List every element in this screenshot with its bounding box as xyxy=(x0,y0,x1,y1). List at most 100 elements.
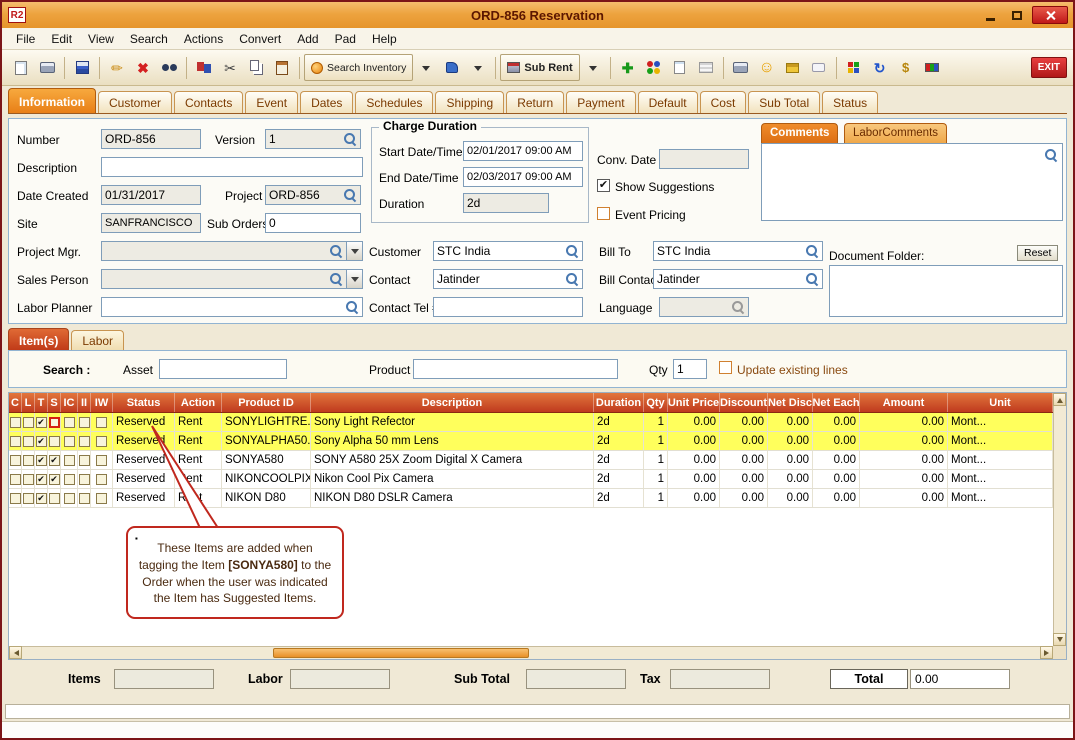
row-checkbox[interactable] xyxy=(23,436,34,447)
menu-item-file[interactable]: File xyxy=(8,30,43,48)
delivery-button[interactable] xyxy=(919,54,945,81)
start-date-field[interactable]: 02/01/2017 09:00 AM xyxy=(463,141,583,161)
menu-item-add[interactable]: Add xyxy=(289,30,326,48)
row-checkbox[interactable] xyxy=(79,417,90,428)
tab-schedules[interactable]: Schedules xyxy=(355,91,433,113)
row-checkbox[interactable] xyxy=(10,474,21,485)
row-checkbox[interactable] xyxy=(23,493,34,504)
event-pricing-checkbox[interactable] xyxy=(597,207,610,220)
title-bar[interactable]: R2 ORD-856 Reservation xyxy=(2,2,1073,28)
rate-cube-button[interactable] xyxy=(841,54,867,81)
save-button[interactable] xyxy=(69,54,95,81)
tab-labor-comments[interactable]: LaborComments xyxy=(844,123,947,143)
row-checkbox[interactable]: ✔ xyxy=(36,417,47,428)
menu-item-actions[interactable]: Actions xyxy=(176,30,231,48)
tab-customer[interactable]: Customer xyxy=(98,91,172,113)
row-checkbox[interactable]: ✔ xyxy=(36,493,47,504)
table-row[interactable]: ✔ReservedRentSONYALPHA50...Sony Alpha 50… xyxy=(9,432,1053,451)
date-created-field[interactable]: 01/31/2017 xyxy=(101,185,201,205)
sub-orders-field[interactable]: 0 xyxy=(265,213,361,233)
row-checkbox[interactable] xyxy=(64,417,75,428)
scroll-up-button[interactable] xyxy=(1053,393,1066,406)
row-checkbox[interactable] xyxy=(23,455,34,466)
row-checkbox[interactable] xyxy=(64,436,75,447)
labor-planner-lookup-icon[interactable] xyxy=(345,300,359,314)
project-mgr-dropdown[interactable] xyxy=(346,241,363,261)
minimize-button[interactable] xyxy=(978,6,1002,24)
menu-item-view[interactable]: View xyxy=(80,30,122,48)
row-checkbox[interactable] xyxy=(10,493,21,504)
quick-pick-button[interactable] xyxy=(439,54,465,81)
asset-input[interactable] xyxy=(159,359,287,379)
menu-item-search[interactable]: Search xyxy=(122,30,176,48)
version-lookup-icon[interactable] xyxy=(343,132,357,146)
bill-to-lookup-icon[interactable] xyxy=(805,244,819,258)
row-checkbox[interactable] xyxy=(96,474,107,485)
document-folder-box[interactable] xyxy=(829,265,1063,317)
sub-rent-button[interactable]: Sub Rent xyxy=(500,54,579,81)
print-button[interactable] xyxy=(34,54,60,81)
maximize-button[interactable] xyxy=(1005,6,1029,24)
row-checkbox[interactable] xyxy=(23,417,34,428)
tab-cost[interactable]: Cost xyxy=(700,91,747,113)
contact-lookup-icon[interactable] xyxy=(565,272,579,286)
row-checkbox[interactable] xyxy=(96,417,107,428)
vertical-scrollbar[interactable] xyxy=(1053,393,1066,646)
row-checkbox[interactable] xyxy=(23,474,34,485)
duration-field[interactable]: 2d xyxy=(463,193,549,213)
money-button[interactable]: $ xyxy=(893,54,919,81)
number-field[interactable]: ORD-856 xyxy=(101,129,201,149)
tab-contacts[interactable]: Contacts xyxy=(174,91,243,113)
sales-person-lookup-icon[interactable] xyxy=(329,272,343,286)
row-checkbox[interactable] xyxy=(64,474,75,485)
end-date-field[interactable]: 02/03/2017 09:00 AM xyxy=(463,167,583,187)
copy-button[interactable] xyxy=(243,54,269,81)
row-checkbox[interactable] xyxy=(79,474,90,485)
tab-labor[interactable]: Labor xyxy=(71,330,124,350)
row-checkbox[interactable]: ✔ xyxy=(49,455,60,466)
row-checkbox[interactable] xyxy=(96,455,107,466)
row-checkbox[interactable]: ✔ xyxy=(36,474,47,485)
row-checkbox[interactable] xyxy=(96,436,107,447)
labor-planner-field[interactable] xyxy=(101,297,363,317)
row-checkbox[interactable] xyxy=(96,493,107,504)
row-checkbox[interactable]: ✔ xyxy=(36,455,47,466)
tab-sub-total[interactable]: Sub Total xyxy=(748,91,820,113)
horizontal-scrollbar[interactable] xyxy=(9,646,1053,659)
eraser-button[interactable] xyxy=(806,54,832,81)
tab-default[interactable]: Default xyxy=(638,91,698,113)
paste-button[interactable] xyxy=(269,54,295,81)
show-suggestions-checkbox[interactable]: ✔ xyxy=(597,179,610,192)
version-field[interactable]: 1 xyxy=(265,129,361,149)
quick-pick-dropdown[interactable] xyxy=(465,54,491,81)
row-checkbox[interactable]: ✔ xyxy=(49,474,60,485)
contact-tel-field[interactable] xyxy=(433,297,583,317)
tab-information[interactable]: Information xyxy=(8,88,96,113)
update-existing-checkbox[interactable] xyxy=(719,361,732,374)
cut-button[interactable]: ✂ xyxy=(217,54,243,81)
menu-item-edit[interactable]: Edit xyxy=(43,30,80,48)
close-button[interactable] xyxy=(1032,6,1068,24)
row-checkbox[interactable] xyxy=(10,417,21,428)
row-checkbox[interactable] xyxy=(64,493,75,504)
product-input[interactable] xyxy=(413,359,618,379)
edit-button[interactable]: ✏ xyxy=(104,54,130,81)
tab-status[interactable]: Status xyxy=(822,91,878,113)
menu-item-pad[interactable]: Pad xyxy=(327,30,364,48)
row-checkbox[interactable]: ✔ xyxy=(36,436,47,447)
comments-textarea[interactable] xyxy=(761,143,1063,221)
tab-shipping[interactable]: Shipping xyxy=(435,91,504,113)
row-checkbox[interactable] xyxy=(49,493,60,504)
delete-button[interactable]: ✖ xyxy=(130,54,156,81)
search-inventory-dropdown[interactable] xyxy=(413,54,439,81)
new-document-button[interactable] xyxy=(8,54,34,81)
project-lookup-icon[interactable] xyxy=(343,188,357,202)
menu-item-help[interactable]: Help xyxy=(364,30,405,48)
sub-rent-dropdown[interactable] xyxy=(580,54,606,81)
project-mgr-field[interactable] xyxy=(101,241,347,261)
description-field[interactable] xyxy=(101,157,363,177)
qty-input[interactable]: 1 xyxy=(673,359,707,379)
scroll-right-button[interactable] xyxy=(1040,646,1053,659)
reset-button[interactable]: Reset xyxy=(1017,245,1058,261)
bill-contact-lookup-icon[interactable] xyxy=(805,272,819,286)
